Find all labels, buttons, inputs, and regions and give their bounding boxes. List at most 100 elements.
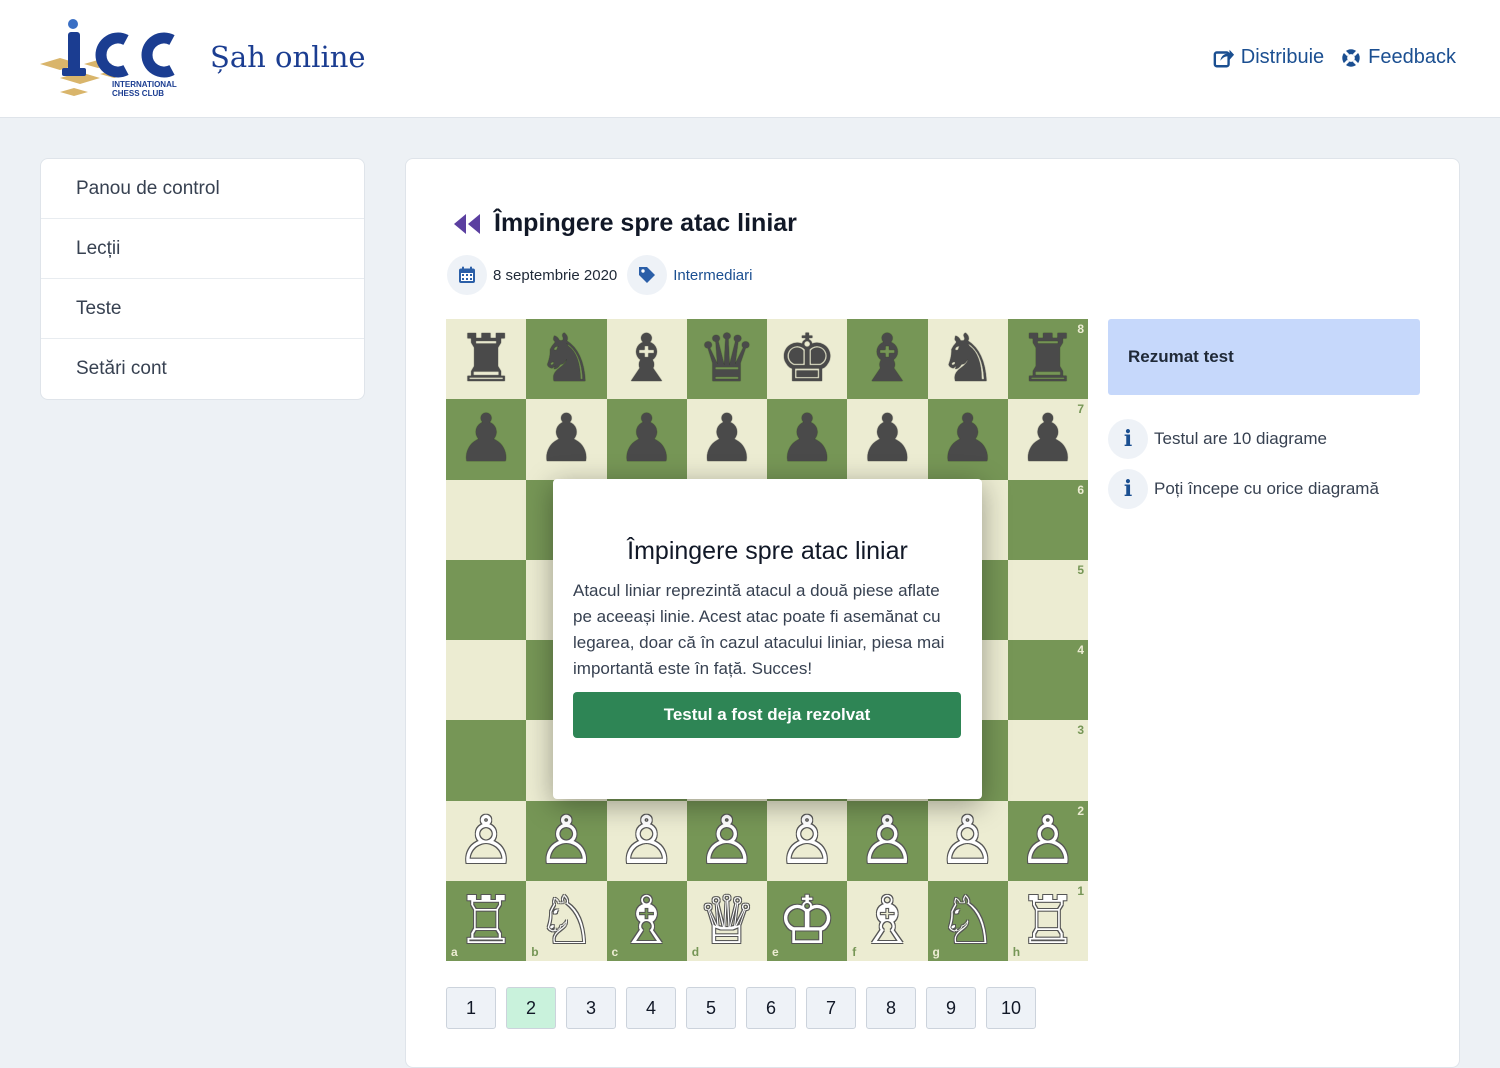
sidebar-item-dashboard[interactable]: Panou de control	[41, 159, 364, 219]
board-square-e2[interactable]: ♙	[767, 800, 848, 881]
page-button-1[interactable]: 1	[446, 987, 496, 1029]
board-square-d8[interactable]: ♛	[686, 319, 767, 400]
summary-item-text: Poți începe cu orice diagramă	[1154, 479, 1379, 498]
board-square-c7[interactable]: ♟	[606, 399, 687, 480]
page-button-9[interactable]: 9	[926, 987, 976, 1029]
share-link[interactable]: Distribuie	[1213, 46, 1324, 69]
board-square-a7[interactable]: ♟	[446, 399, 527, 480]
black-piece[interactable]: ♞	[938, 326, 997, 392]
sidebar-item-lessons[interactable]: Lecții	[41, 219, 364, 279]
white-piece[interactable]: ♕	[697, 887, 756, 954]
black-piece[interactable]: ♟	[697, 406, 756, 472]
board-square-g1[interactable]: ♘ g	[927, 880, 1008, 961]
board-square-b2[interactable]: ♙	[526, 800, 607, 881]
board-square-f8[interactable]: ♝	[847, 319, 928, 400]
page-button-8[interactable]: 8	[866, 987, 916, 1029]
white-piece[interactable]: ♙	[858, 807, 917, 874]
page-button-3[interactable]: 3	[566, 987, 616, 1029]
board-square-f7[interactable]: ♟	[847, 399, 928, 480]
board-square-d7[interactable]: ♟	[686, 399, 767, 480]
board-square-h1[interactable]: ♖ 1 h	[1007, 880, 1088, 961]
board-square-e7[interactable]: ♟	[767, 399, 848, 480]
page-button-2[interactable]: 2	[506, 987, 556, 1029]
icc-logo[interactable]: INTERNATIONAL CHESS CLUB	[38, 18, 202, 100]
white-piece[interactable]: ♙	[697, 807, 756, 874]
black-piece[interactable]: ♟	[778, 406, 837, 472]
white-piece[interactable]: ♙	[938, 807, 997, 874]
board-square-b1[interactable]: ♘ b	[526, 880, 607, 961]
black-piece[interactable]: ♟	[1018, 406, 1077, 472]
board-square-d2[interactable]: ♙	[686, 800, 767, 881]
sidebar-item-account-settings[interactable]: Setări cont	[41, 339, 364, 399]
page-button-6[interactable]: 6	[746, 987, 796, 1029]
board-square-a5[interactable]	[446, 559, 527, 640]
file-label: g	[932, 945, 940, 959]
board-square-f2[interactable]: ♙	[847, 800, 928, 881]
page-button-5[interactable]: 5	[686, 987, 736, 1029]
board-square-b8[interactable]: ♞	[526, 319, 607, 400]
board-square-c1[interactable]: ♗ c	[606, 880, 687, 961]
board-square-c8[interactable]: ♝	[606, 319, 687, 400]
white-piece[interactable]: ♙	[1018, 807, 1077, 874]
board-square-g8[interactable]: ♞	[927, 319, 1008, 400]
white-piece[interactable]: ♘	[537, 887, 596, 954]
level-tag-link[interactable]: Intermediari	[673, 267, 752, 284]
black-piece[interactable]: ♟	[537, 406, 596, 472]
black-piece[interactable]: ♟	[858, 406, 917, 472]
share-label: Distribuie	[1240, 46, 1325, 68]
white-piece[interactable]: ♙	[778, 807, 837, 874]
sidebar-item-tests[interactable]: Teste	[41, 279, 364, 339]
white-piece[interactable]: ♙	[617, 807, 676, 874]
board-square-c2[interactable]: ♙	[606, 800, 687, 881]
black-piece[interactable]: ♟	[938, 406, 997, 472]
board-square-h2[interactable]: ♙ 2	[1007, 800, 1088, 881]
black-piece[interactable]: ♝	[617, 326, 676, 392]
black-piece[interactable]: ♝	[858, 326, 917, 392]
board-square-g2[interactable]: ♙	[927, 800, 1008, 881]
white-piece[interactable]: ♖	[457, 887, 516, 954]
white-piece[interactable]: ♗	[617, 887, 676, 954]
board-square-a1[interactable]: ♖ a	[446, 880, 527, 961]
info-icon: i	[1108, 419, 1148, 459]
board-square-h8[interactable]: ♜ 8	[1007, 319, 1088, 400]
feedback-label: Feedback	[1368, 46, 1456, 68]
board-square-f1[interactable]: ♗ f	[847, 880, 928, 961]
feedback-link[interactable]: Feedback	[1340, 46, 1456, 69]
board-square-a6[interactable]	[446, 479, 527, 560]
board-square-h4[interactable]: 4	[1007, 640, 1088, 721]
test-card: Împingere spre atac liniar 8 septembrie …	[405, 158, 1460, 1068]
white-piece[interactable]: ♔	[778, 887, 837, 954]
white-piece[interactable]: ♗	[858, 887, 917, 954]
white-piece[interactable]: ♙	[537, 807, 596, 874]
black-piece[interactable]: ♜	[1018, 326, 1077, 392]
board-square-b7[interactable]: ♟	[526, 399, 607, 480]
white-piece[interactable]: ♙	[457, 807, 516, 874]
page-button-4[interactable]: 4	[626, 987, 676, 1029]
board-square-e8[interactable]: ♚	[767, 319, 848, 400]
board-square-h7[interactable]: ♟ 7	[1007, 399, 1088, 480]
black-piece[interactable]: ♜	[457, 326, 516, 392]
page-button-7[interactable]: 7	[806, 987, 856, 1029]
rank-label: 5	[1077, 562, 1084, 577]
board-square-a4[interactable]	[446, 640, 527, 721]
board-square-a8[interactable]: ♜	[446, 319, 527, 400]
board-square-e1[interactable]: ♔ e	[767, 880, 848, 961]
board-square-h3[interactable]: 3	[1007, 720, 1088, 801]
black-piece[interactable]: ♚	[778, 326, 837, 392]
board-square-g7[interactable]: ♟	[927, 399, 1008, 480]
test-solved-button[interactable]: Testul a fost deja rezolvat	[573, 692, 961, 738]
white-piece[interactable]: ♘	[938, 887, 997, 954]
rank-label: 7	[1077, 402, 1084, 417]
board-square-d1[interactable]: ♕ d	[686, 880, 767, 961]
board-square-h5[interactable]: 5	[1007, 559, 1088, 640]
black-piece[interactable]: ♟	[457, 406, 516, 472]
black-piece[interactable]: ♛	[697, 326, 756, 392]
board-square-a2[interactable]: ♙	[446, 800, 527, 881]
black-piece[interactable]: ♟	[617, 406, 676, 472]
white-piece[interactable]: ♖	[1018, 887, 1077, 954]
black-piece[interactable]: ♞	[537, 326, 596, 392]
page-button-10[interactable]: 10	[986, 987, 1036, 1029]
board-square-h6[interactable]: 6	[1007, 479, 1088, 560]
back-rewind-icon[interactable]	[452, 212, 482, 236]
board-square-a3[interactable]	[446, 720, 527, 801]
